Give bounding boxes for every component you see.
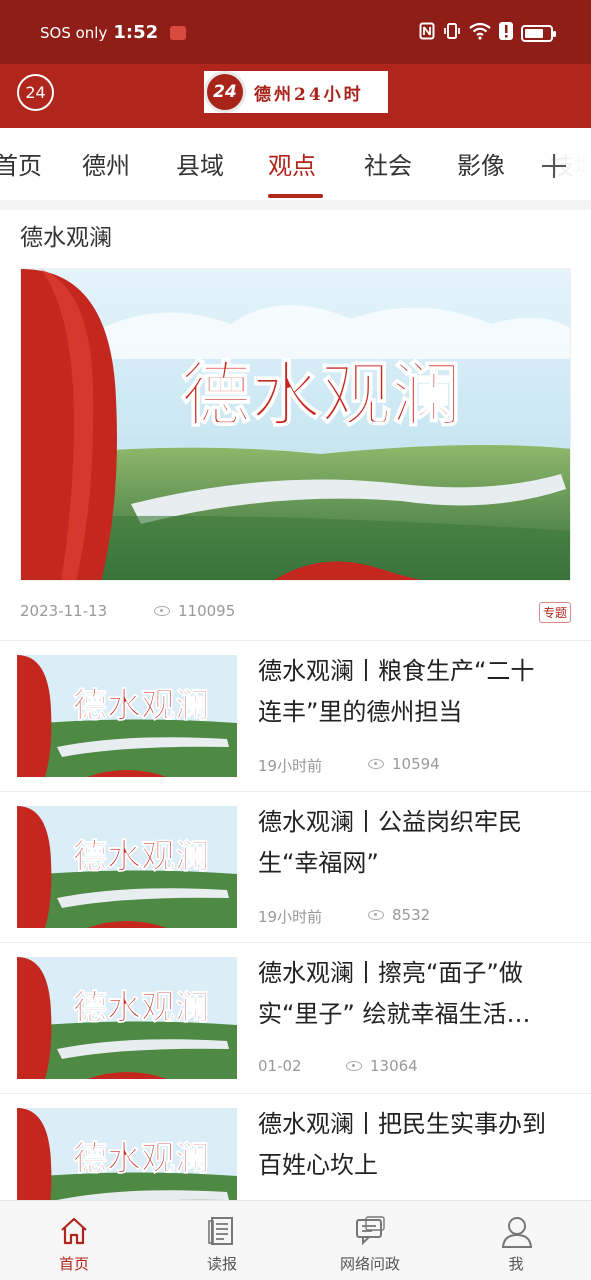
eye-icon — [368, 910, 384, 920]
brand-name: 德州24小时 — [254, 84, 364, 105]
article-title: 德水观澜丨公益岗织牢民生“幸福网” — [258, 808, 522, 877]
nav-me[interactable]: 我 — [466, 1201, 566, 1280]
brand-logo: 24 德州24小时 — [204, 71, 388, 113]
category-tabs: 首页 德州 县域 观点 社会 影像 技城 — [0, 128, 591, 200]
section-gap — [0, 200, 591, 210]
article-time: 19小时前 — [258, 908, 323, 926]
user-icon — [501, 1217, 533, 1248]
hero-views: 110095 — [154, 602, 235, 620]
tab-county[interactable]: 县域 — [176, 146, 224, 181]
nav-me-label: 我 — [508, 1255, 524, 1273]
nav-inquiry[interactable]: 网络问政 — [320, 1201, 420, 1280]
nav-home[interactable]: 首页 — [24, 1201, 124, 1280]
article-views: 8532 — [368, 906, 430, 924]
article-thumbnail: 德水观澜 — [17, 806, 237, 928]
hero-view-count: 110095 — [178, 602, 236, 620]
eye-icon — [346, 1061, 362, 1071]
active-tab-indicator — [268, 194, 323, 198]
tab-society[interactable]: 社会 — [364, 146, 412, 181]
thumbnail-caption: 德水观澜 — [73, 686, 209, 726]
tab-dezhou[interactable]: 德州 — [82, 146, 130, 181]
thumbnail-caption: 德水观澜 — [73, 1139, 209, 1179]
article-view-count: 8532 — [392, 906, 431, 924]
status-bar: SOS only 1:52 — [0, 0, 591, 64]
section-title: 德水观澜 — [20, 225, 112, 251]
eye-icon — [368, 759, 384, 769]
battery-icon — [521, 24, 556, 42]
article-time: 01-02 — [258, 1057, 302, 1075]
clock-time: 1:52 — [113, 22, 159, 43]
alert-icon — [499, 22, 513, 44]
article-list-item[interactable]: 德水观澜 德水观澜丨擦亮“面子”做实“里子” 绘就幸福生活… 01-02 13064 — [0, 943, 591, 1093]
eye-icon — [154, 606, 170, 616]
hero-image: 德水观澜 — [21, 269, 570, 580]
chat-icon — [356, 1216, 385, 1246]
app-header: 24 24 德州24小时 — [0, 64, 591, 128]
article-thumbnail: 德水观澜 — [17, 655, 237, 777]
nav-newspaper[interactable]: 读报 — [172, 1201, 272, 1280]
status-left: SOS only 1:52 — [40, 22, 187, 43]
hero-date: 2023-11-13 — [20, 602, 108, 620]
thumbnail-caption: 德水观澜 — [73, 988, 209, 1028]
thumbnail-caption: 德水观澜 — [73, 837, 209, 877]
tab-home[interactable]: 首页 — [0, 146, 42, 181]
article-time: 19小时前 — [258, 757, 323, 775]
article-views: 13064 — [346, 1057, 418, 1075]
status-right — [419, 22, 556, 44]
brand-mark-icon: 24 — [204, 71, 246, 113]
hero-meta: 2023-11-13 110095 专题 — [20, 602, 571, 624]
app-logo-button[interactable]: 24 — [17, 74, 54, 111]
newspaper-icon — [208, 1217, 233, 1245]
article-views: 10594 — [368, 755, 440, 773]
tab-opinion[interactable]: 观点 — [268, 146, 316, 181]
article-title: 德水观澜丨把民生实事办到百姓心坎上 — [258, 1110, 546, 1179]
bottom-nav: 首页 读报 网络问政 我 — [0, 1200, 591, 1280]
article-view-count: 13064 — [370, 1057, 418, 1075]
topic-tag: 专题 — [538, 602, 571, 623]
article-title: 德水观澜丨粮食生产“二十连丰”里的德州担当 — [258, 657, 535, 726]
nav-home-label: 首页 — [58, 1255, 89, 1273]
article-view-count: 10594 — [392, 755, 440, 773]
notification-badge-icon — [170, 25, 187, 40]
article-title: 德水观澜丨擦亮“面子”做实“里子” 绘就幸福生活… — [258, 959, 531, 1028]
article-list-item[interactable]: 德水观澜 德水观澜丨粮食生产“二十连丰”里的德州担当 19小时前 10594 — [0, 641, 591, 791]
hero-image-caption: 德水观澜 — [181, 353, 461, 436]
tab-video[interactable]: 影像 — [457, 146, 505, 181]
nav-newspaper-label: 读报 — [206, 1255, 237, 1273]
home-icon — [61, 1217, 87, 1245]
add-tab-icon[interactable] — [540, 142, 568, 188]
nav-inquiry-label: 网络问政 — [339, 1255, 400, 1273]
vibrate-icon — [443, 22, 461, 44]
wifi-icon — [469, 22, 491, 44]
article-list-item[interactable]: 德水观澜 德水观澜丨公益岗织牢民生“幸福网” 19小时前 8532 — [0, 792, 591, 942]
carrier-text: SOS only — [40, 23, 108, 42]
nfc-icon — [419, 22, 435, 44]
article-thumbnail: 德水观澜 — [17, 957, 237, 1079]
hero-banner[interactable]: 德水观澜 — [20, 268, 571, 581]
